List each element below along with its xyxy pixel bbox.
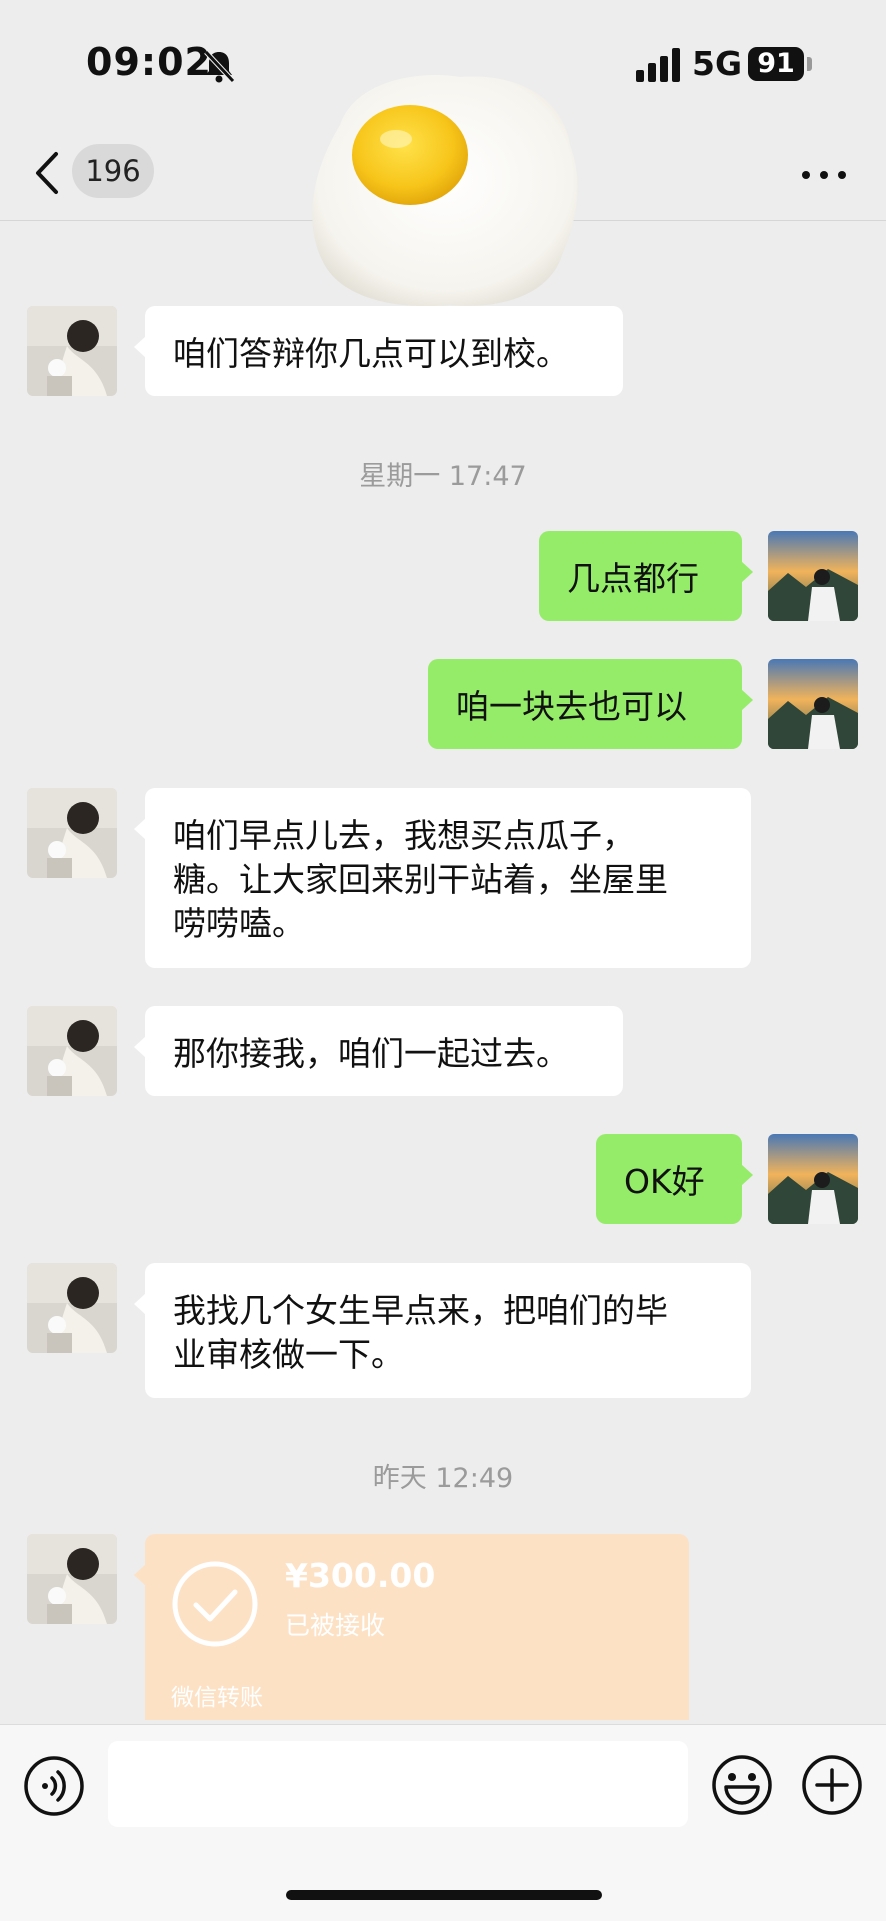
muted-bell-icon — [204, 50, 235, 83]
check-circle-icon — [172, 1561, 258, 1647]
message-bubble-outgoing[interactable]: 几点都行 — [539, 531, 753, 621]
message-bubble-outgoing[interactable]: 咱一块去也可以 — [428, 659, 753, 749]
status-time: 09:02 — [86, 40, 212, 84]
battery-tip — [807, 57, 812, 71]
message-input[interactable] — [108, 1741, 688, 1827]
transfer-card[interactable]: ¥300.00 已被接收 微信转账 — [145, 1534, 689, 1720]
message-bubble-incoming[interactable]: 咱们答辩你几点可以到校。 — [134, 306, 623, 396]
fried-egg-sticker — [312, 74, 578, 307]
voice-input-icon[interactable] — [23, 1755, 85, 1817]
user-avatar[interactable] — [768, 531, 858, 621]
network-type: 5G — [692, 44, 743, 83]
contact-avatar[interactable] — [27, 1534, 117, 1624]
transfer-status: 已被接收 — [285, 1611, 386, 1640]
timestamp: 昨天 12:49 — [372, 1463, 514, 1494]
message-bubble-incoming[interactable]: 那你接我，咱们一起过去。 — [134, 1006, 623, 1096]
message-bubble-outgoing[interactable]: OK好 — [596, 1134, 753, 1224]
message-bubble-incoming[interactable]: 咱们早点儿去，我想买点瓜子， 糖。让大家回来别干站着，坐屋里 唠唠嗑。 — [134, 788, 751, 968]
home-indicator — [286, 1890, 602, 1900]
message-bubble-incoming[interactable]: 我找几个女生早点来，把咱们的毕 业审核做一下。 — [134, 1263, 751, 1398]
contact-avatar[interactable] — [27, 788, 117, 878]
timestamp: 星期一 17:47 — [359, 461, 527, 492]
transfer-amount: ¥300.00 — [285, 1556, 436, 1595]
transfer-label: 微信转账 — [171, 1685, 263, 1711]
plus-icon[interactable] — [800, 1753, 864, 1817]
user-avatar[interactable] — [768, 659, 858, 749]
emoji-icon[interactable] — [710, 1753, 774, 1817]
contact-avatar[interactable] — [27, 1263, 117, 1353]
unread-count-badge[interactable]: 196 — [72, 144, 154, 198]
more-options-icon[interactable] — [802, 160, 846, 190]
back-arrow-icon[interactable] — [32, 150, 62, 196]
contact-avatar[interactable] — [27, 306, 117, 396]
battery-icon: 91 — [748, 47, 804, 81]
signal-icon — [636, 48, 680, 82]
contact-avatar[interactable] — [27, 1006, 117, 1096]
user-avatar[interactable] — [768, 1134, 858, 1224]
